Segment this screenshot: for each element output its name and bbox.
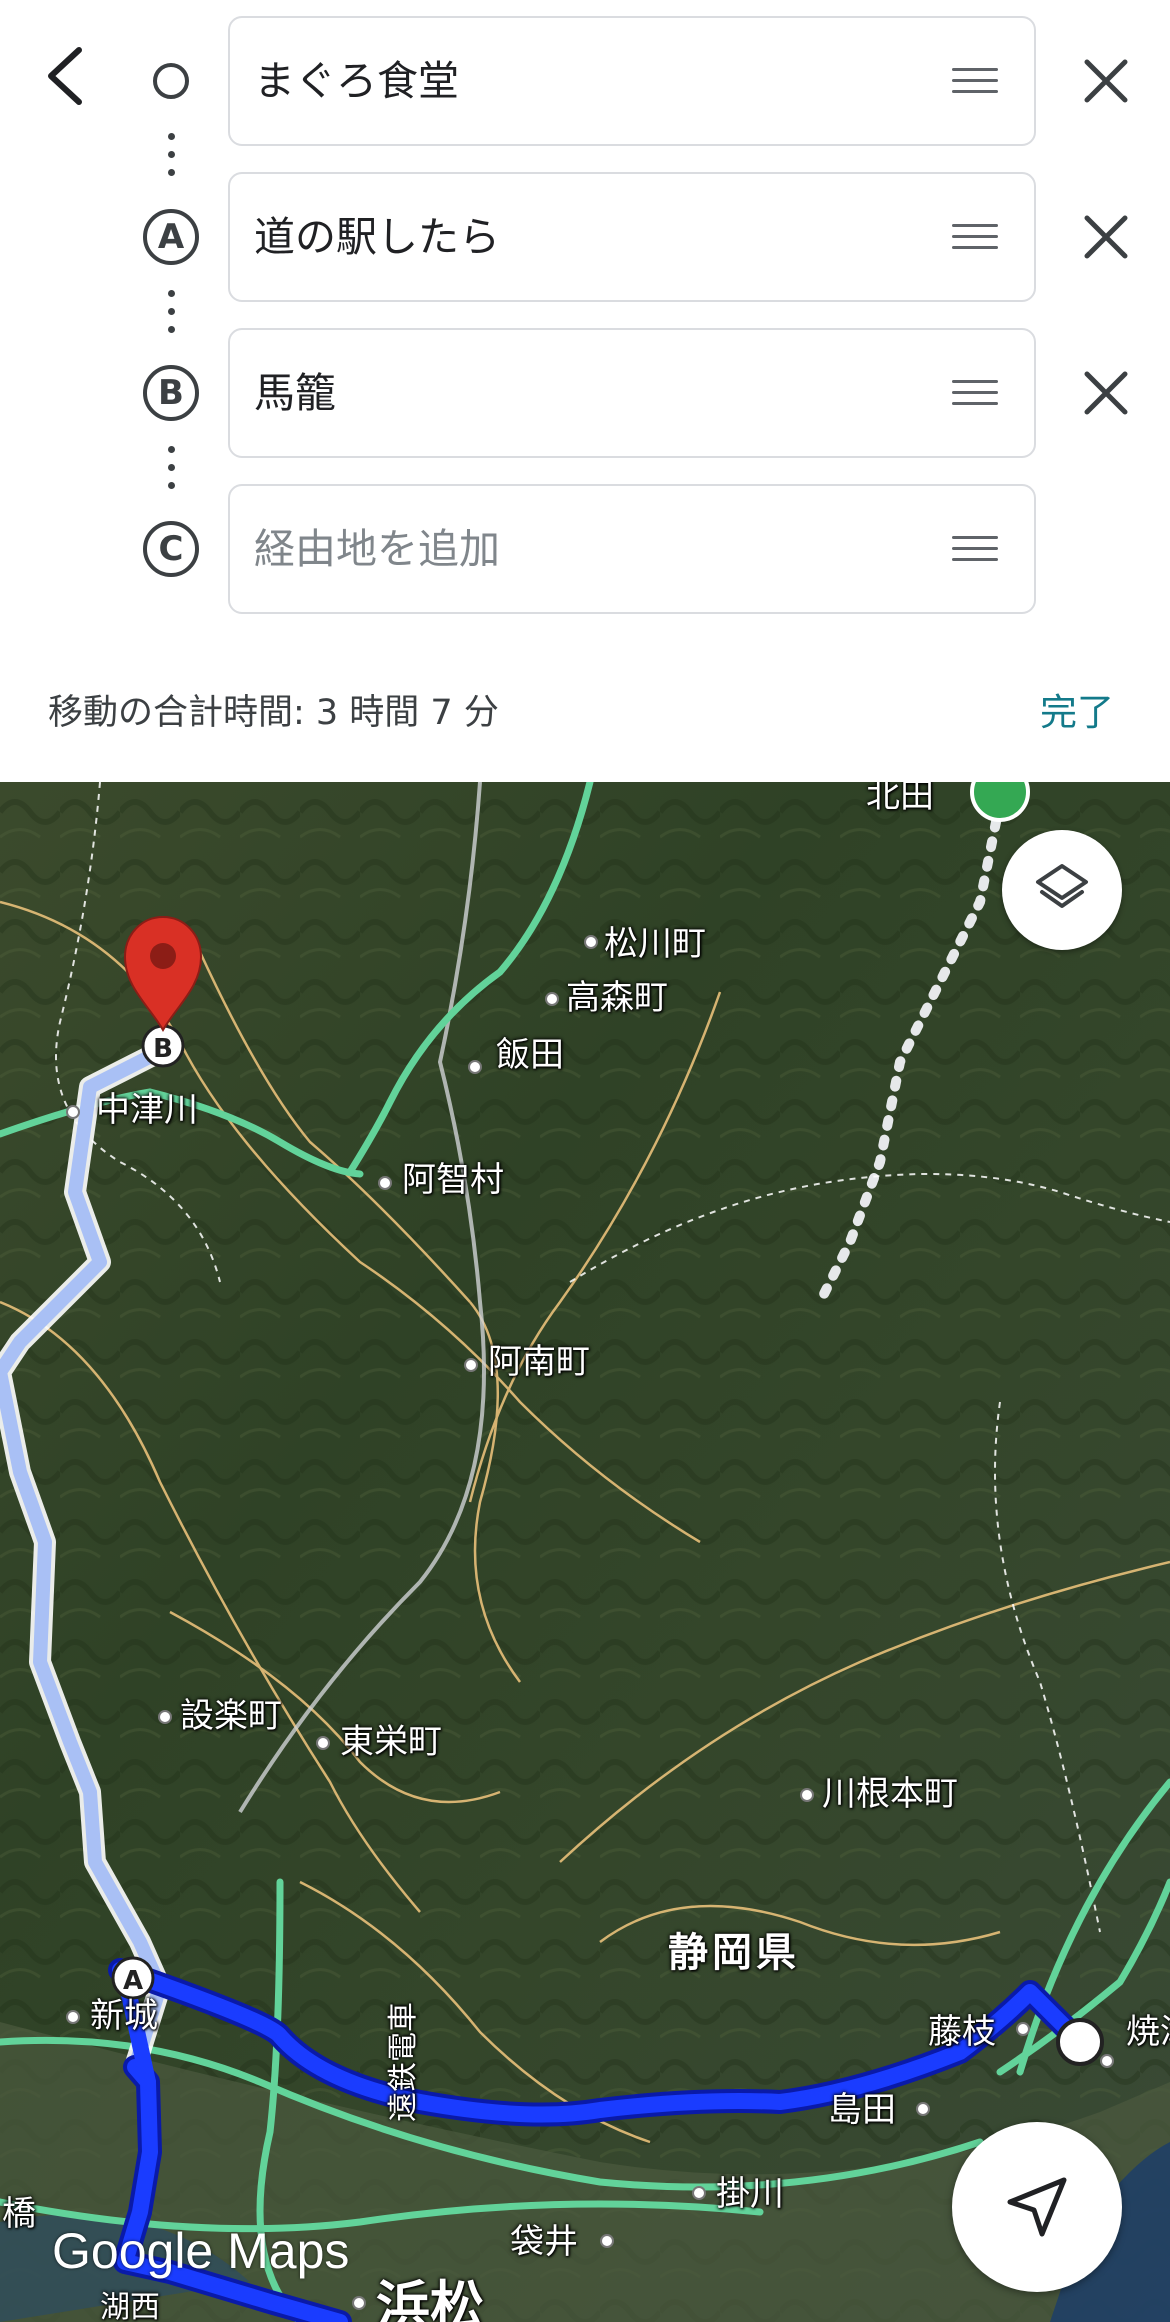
stop-b-input-value: 馬籠 <box>254 369 336 417</box>
stop-a-marker: A <box>143 209 199 265</box>
label-achi[interactable]: 阿智村 <box>402 1152 504 1201</box>
place-dot <box>800 1788 814 1802</box>
drag-handle-icon[interactable] <box>952 68 998 94</box>
drag-handle-icon[interactable] <box>952 380 998 406</box>
label-kosai[interactable]: 湖西 <box>100 2282 160 2322</box>
marker-b-label: B <box>153 1034 173 1064</box>
label-kawanehon[interactable]: 川根本町 <box>822 1766 958 1815</box>
label-hamamatsu[interactable]: 浜松 <box>376 2262 484 2322</box>
place-dot <box>692 2186 706 2200</box>
done-button[interactable]: 完了 <box>1040 682 1114 736</box>
route-stop-b: B 馬籠 <box>0 328 1170 458</box>
label-kitada[interactable]: 北田 <box>866 782 934 817</box>
place-dot <box>464 1358 478 1372</box>
place-dot <box>468 1060 482 1074</box>
close-icon <box>1084 59 1128 103</box>
place-dot <box>316 1736 330 1750</box>
label-shimada[interactable]: 島田 <box>828 2082 896 2131</box>
remove-stop-b-button[interactable] <box>1074 361 1138 425</box>
place-dot <box>352 2296 366 2310</box>
layers-icon <box>1036 864 1088 908</box>
stop-b-input[interactable]: 馬籠 <box>228 328 1036 458</box>
remove-stop-a-button[interactable] <box>1074 205 1138 269</box>
stop-b-marker: B <box>143 365 199 421</box>
label-takamori[interactable]: 高森町 <box>566 970 668 1019</box>
place-dot <box>584 935 598 949</box>
label-toei[interactable]: 東栄町 <box>340 1714 442 1763</box>
place-dot <box>545 992 559 1006</box>
navigation-arrow-icon <box>1007 2177 1067 2237</box>
label-yaizu[interactable]: 焼津 <box>1126 2004 1170 2053</box>
label-shizuoka-pref[interactable]: 静岡県 <box>668 1920 800 1978</box>
place-dot <box>158 1710 172 1724</box>
drag-handle-icon[interactable] <box>952 536 998 562</box>
label-nakatsugawa[interactable]: 中津川 <box>96 1082 198 1131</box>
route-stop-c: C 経由地を追加 <box>0 484 1170 614</box>
place-dot <box>66 1105 80 1119</box>
map-view[interactable]: A B 松川町 高森町 飯田 中津川 阿智村 阿南町 設楽町 東栄町 川根本町 … <box>0 782 1170 2322</box>
place-dot <box>1100 2054 1114 2068</box>
label-iida[interactable]: 飯田 <box>496 1027 564 1076</box>
place-dot <box>600 2234 614 2248</box>
drag-handle-icon[interactable] <box>952 224 998 250</box>
label-fukuroi[interactable]: 袋井 <box>510 2214 578 2263</box>
layers-button[interactable] <box>1002 830 1122 950</box>
stop-c-marker: C <box>143 521 199 577</box>
route-stop-a: A 道の駅したら <box>0 172 1170 302</box>
google-maps-logo: Google Maps <box>52 2223 350 2279</box>
place-dot <box>1016 2022 1030 2036</box>
label-hashi[interactable]: 橋 <box>2 2186 36 2235</box>
label-anan[interactable]: 阿南町 <box>488 1334 590 1383</box>
total-travel-time: 移動の合計時間: 3 時間 7 分 <box>48 693 499 733</box>
place-dot <box>378 1176 392 1190</box>
place-dot <box>916 2102 930 2116</box>
label-kakegawa[interactable]: 掛川 <box>716 2166 784 2215</box>
stop-a-input[interactable]: 道の駅したら <box>228 172 1036 302</box>
label-shitara[interactable]: 設楽町 <box>180 1688 282 1737</box>
add-stop-placeholder: 経由地を追加 <box>254 525 500 573</box>
start-navigation-button[interactable] <box>952 2122 1122 2292</box>
label-shinshiro[interactable]: 新城 <box>90 1988 158 2037</box>
route-stop-origin: まぐろ食堂 <box>0 16 1170 146</box>
close-icon <box>1084 371 1128 415</box>
directions-panel: まぐろ食堂 A 道の駅したら B 馬籠 C 経由地を追加 移動の合計時間: 3 … <box>0 0 1170 782</box>
label-entetsu: 遠鉄電車 <box>386 2002 421 2122</box>
label-fujieda[interactable]: 藤枝 <box>928 2004 996 2053</box>
origin-input[interactable]: まぐろ食堂 <box>228 16 1036 146</box>
remove-origin-button[interactable] <box>1074 49 1138 113</box>
origin-marker-icon <box>143 53 199 109</box>
origin-input-value: まぐろ食堂 <box>254 57 459 105</box>
stop-a-input-value: 道の駅したら <box>254 213 500 261</box>
add-stop-input[interactable]: 経由地を追加 <box>228 484 1036 614</box>
label-matsukawa[interactable]: 松川町 <box>604 916 706 965</box>
close-icon <box>1084 215 1128 259</box>
place-dot <box>66 2010 80 2024</box>
